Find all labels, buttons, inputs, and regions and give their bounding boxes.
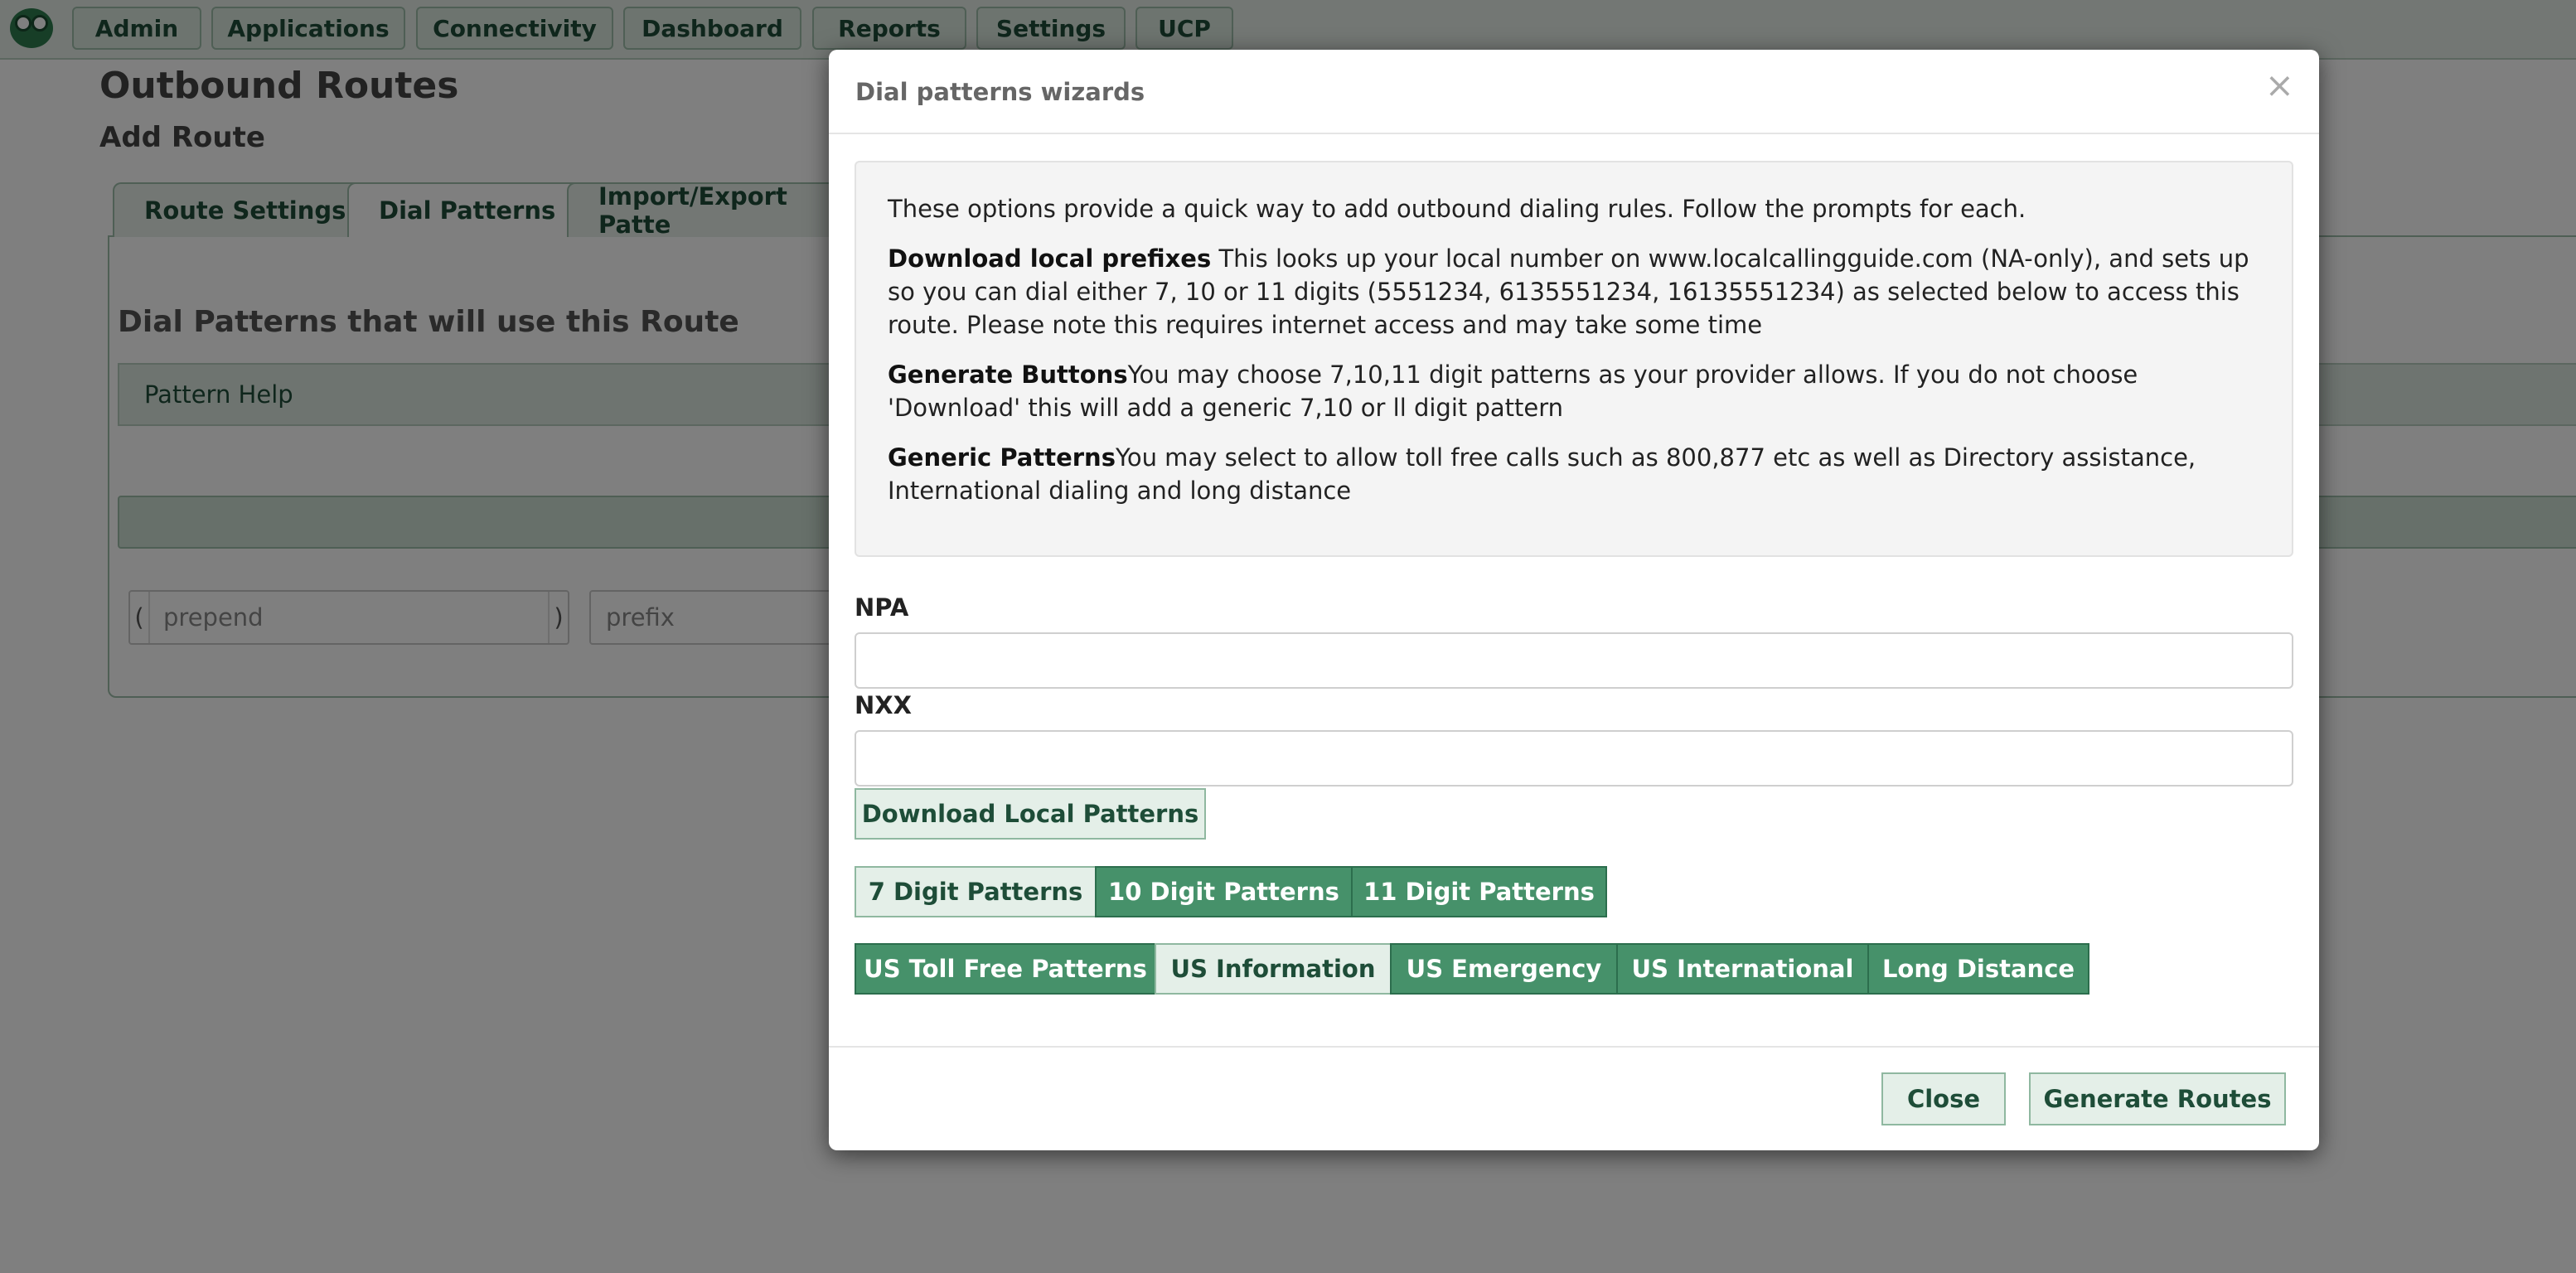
npa-input[interactable] xyxy=(855,632,2293,689)
modal-title: Dial patterns wizards xyxy=(855,78,1145,106)
download-local-patterns-button[interactable]: Download Local Patterns xyxy=(855,788,1206,840)
nxx-label: NXX xyxy=(855,691,912,719)
ten-digit-patterns-button[interactable]: 10 Digit Patterns xyxy=(1095,866,1353,917)
intro-text: These options provide a quick way to add… xyxy=(888,195,2026,223)
nxx-input[interactable] xyxy=(855,730,2293,787)
npa-label: NPA xyxy=(855,593,909,622)
dial-pattern-wizard-modal: Dial patterns wizards × These options pr… xyxy=(829,50,2319,1150)
close-icon[interactable]: × xyxy=(2265,68,2294,103)
generate-routes-button[interactable]: Generate Routes xyxy=(2029,1072,2286,1125)
us-emergency-button[interactable]: US Emergency xyxy=(1390,943,1618,995)
us-toll-free-patterns-button[interactable]: US Toll Free Patterns xyxy=(855,943,1156,995)
download-description: Download local prefixes This looks up yo… xyxy=(888,244,2249,339)
modal-footer-divider xyxy=(829,1046,2319,1048)
seven-digit-patterns-button[interactable]: 7 Digit Patterns xyxy=(855,866,1097,917)
info-box: These options provide a quick way to add… xyxy=(855,161,2293,557)
generic-description: Generic PatternsYou may select to allow … xyxy=(888,443,2196,505)
eleven-digit-patterns-button[interactable]: 11 Digit Patterns xyxy=(1351,866,1607,917)
close-button[interactable]: Close xyxy=(1881,1072,2006,1125)
generate-description: Generate ButtonsYou may choose 7,10,11 d… xyxy=(888,361,2138,422)
us-information-button[interactable]: US Information xyxy=(1155,943,1392,995)
long-distance-button[interactable]: Long Distance xyxy=(1867,943,2089,995)
modal-header: Dial patterns wizards × xyxy=(829,50,2319,134)
us-international-button[interactable]: US International xyxy=(1616,943,1869,995)
